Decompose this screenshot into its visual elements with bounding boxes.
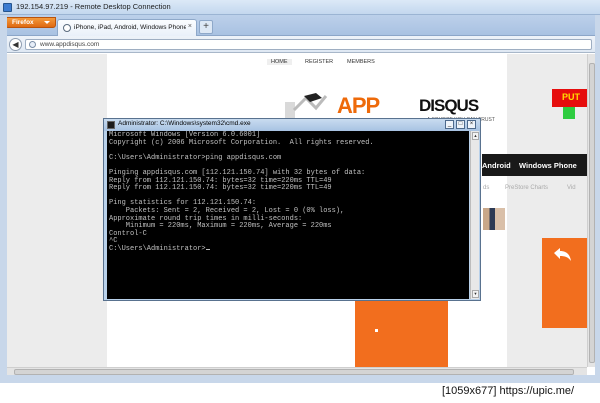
scroll-down-icon[interactable]: ▼ bbox=[472, 290, 479, 298]
menu-item-windows-phone[interactable]: Windows Phone bbox=[519, 161, 577, 170]
maximize-button[interactable]: □ bbox=[456, 120, 465, 129]
page-margin-left bbox=[7, 54, 107, 367]
remote-desktop-icon bbox=[3, 3, 12, 12]
terminal-icon bbox=[107, 121, 115, 129]
orange-tile-bottom[interactable] bbox=[355, 298, 448, 367]
promo-banner[interactable]: PUT bbox=[552, 89, 587, 107]
tile-dot bbox=[375, 329, 378, 332]
minimize-button[interactable]: _ bbox=[445, 120, 454, 129]
tab-title: iPhone, iPad, Android, Windows Phone 8 s… bbox=[74, 24, 186, 31]
console-line: C:\Users\Administrator>ping appdisqus.co… bbox=[109, 153, 282, 162]
menu-item-android[interactable]: Android bbox=[482, 161, 511, 170]
browser-nav-bar: ◀ www.appdisqus.com bbox=[0, 36, 600, 53]
cmd-title-bar[interactable]: Administrator: C:\Windows\system32\cmd.e… bbox=[104, 119, 480, 131]
text-cursor bbox=[205, 248, 210, 250]
faded-link-3[interactable]: Vid bbox=[567, 185, 576, 191]
url-text: www.appdisqus.com bbox=[40, 41, 100, 48]
nav-home-link[interactable]: HOME bbox=[267, 59, 292, 65]
rdp-title-bar[interactable]: 192.154.97.219 - Remote Desktop Connecti… bbox=[0, 0, 600, 15]
window-frame-left bbox=[0, 15, 7, 383]
console-line: Copyright (c) 2006 Microsoft Corporation… bbox=[109, 138, 374, 147]
globe-icon bbox=[29, 41, 36, 48]
team-photo bbox=[483, 208, 505, 230]
logo-app-text[interactable]: APP bbox=[337, 93, 380, 119]
console-line: Reply from 112.121.150.74: bytes=32 time… bbox=[109, 184, 332, 193]
cmd-vertical-scrollbar[interactable]: ▲ ▼ bbox=[470, 131, 479, 299]
address-bar[interactable]: www.appdisqus.com bbox=[25, 39, 592, 50]
promo-accent bbox=[563, 107, 575, 119]
faded-link-2[interactable]: PreStore Charts bbox=[505, 185, 548, 191]
cmd-output: Microsoft Windows [Version 6.0.6001] Cop… bbox=[109, 131, 374, 254]
page-horizontal-scrollbar[interactable] bbox=[7, 367, 587, 375]
close-button[interactable]: × bbox=[467, 120, 476, 129]
browser-tab-strip: Firefox iPhone, iPad, Android, Windows P… bbox=[0, 15, 600, 36]
firefox-menu-label: Firefox bbox=[12, 19, 34, 26]
globe-icon bbox=[63, 24, 71, 32]
nav-register-link[interactable]: REGISTER bbox=[305, 59, 333, 65]
page-vertical-scrollbar[interactable] bbox=[587, 54, 595, 367]
nav-members-link[interactable]: MEMBERS bbox=[347, 59, 375, 65]
back-button[interactable]: ◀ bbox=[9, 38, 22, 51]
browser-tab[interactable]: iPhone, iPad, Android, Windows Phone 8 s… bbox=[57, 19, 197, 36]
logo-disqus-text[interactable]: DISQUS bbox=[419, 96, 479, 116]
window-frame-bottom bbox=[0, 375, 600, 383]
back-arrow-icon bbox=[554, 248, 571, 261]
cmd-window[interactable]: Administrator: C:\Windows\system32\cmd.e… bbox=[103, 118, 481, 301]
cmd-window-title: Administrator: C:\Windows\system32\cmd.e… bbox=[118, 120, 251, 127]
window-frame-right bbox=[595, 15, 600, 383]
close-icon[interactable]: × bbox=[188, 23, 192, 30]
new-tab-button[interactable]: + bbox=[199, 20, 213, 34]
faded-link-1[interactable]: ds bbox=[483, 185, 489, 191]
scroll-up-icon[interactable]: ▲ bbox=[472, 132, 479, 140]
image-size-watermark: [1059x677] https://upic.me/ bbox=[442, 385, 575, 397]
chevron-down-icon bbox=[44, 21, 50, 24]
back-arrow-icon: ◀ bbox=[12, 40, 19, 49]
scrollbar-thumb[interactable] bbox=[589, 63, 595, 363]
window-controls: _ □ × bbox=[445, 120, 478, 130]
firefox-menu-button[interactable]: Firefox bbox=[5, 17, 56, 28]
site-menu-bar: Android Windows Phone bbox=[482, 154, 587, 176]
console-prompt: C:\Users\Administrator> bbox=[109, 244, 206, 253]
cmd-console[interactable]: Microsoft Windows [Version 6.0.6001] Cop… bbox=[107, 131, 469, 299]
rdp-window-title: 192.154.97.219 - Remote Desktop Connecti… bbox=[16, 2, 171, 11]
